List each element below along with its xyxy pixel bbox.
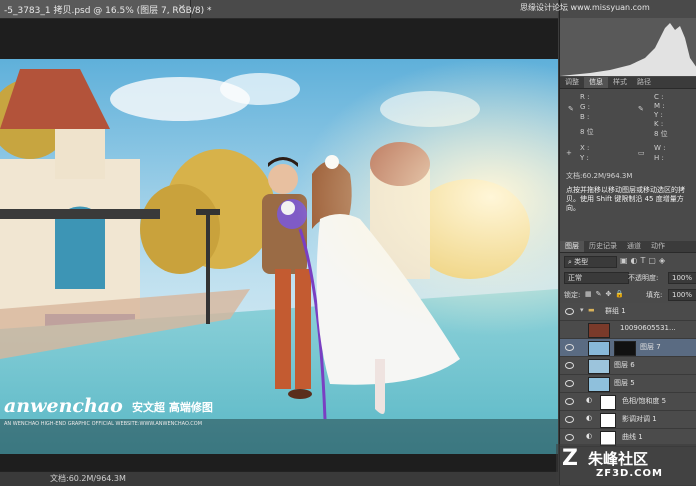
eye-icon[interactable]	[565, 308, 574, 315]
opacity-label: 不透明度:	[628, 274, 659, 282]
tab-channels[interactable]: 通道	[622, 241, 646, 252]
fill-label: 填充:	[646, 291, 663, 299]
info-label-h: H :	[654, 154, 664, 162]
group-name: 群组 1	[605, 307, 626, 315]
info-label-w: W :	[654, 144, 666, 152]
adjustment-icon: ◐	[586, 396, 593, 404]
watermark-brand: anwenchao	[4, 395, 123, 417]
layer-filter-select[interactable]: ⌕ 类型	[564, 256, 617, 268]
selection-size-icon: ▭	[638, 149, 645, 157]
opacity-input[interactable]: 100%	[668, 272, 696, 284]
close-icon[interactable]: ×	[178, 3, 186, 13]
watermark-brand-cn: 安文超 高端修图	[132, 401, 213, 414]
tab-adjust[interactable]: 调整	[560, 77, 584, 88]
tab-layers[interactable]: 图层	[560, 241, 584, 252]
blend-mode-select[interactable]: 正常	[564, 272, 629, 284]
right-panel: 思缘设计论坛 www.missyuan.com 调整 信息 样式 路径 ✎ R : G…	[520, 0, 696, 485]
eye-icon[interactable]	[565, 434, 574, 441]
tab-history[interactable]: 历史记录	[584, 241, 622, 252]
tab-paths[interactable]: 路径	[632, 77, 656, 88]
info-label-m: M :	[654, 102, 665, 110]
watermark-tagline: AN WENCHAO HIGH-END GRAPHIC OFFICIAL WEB…	[4, 421, 203, 427]
eye-icon[interactable]	[565, 344, 574, 351]
tab-styles[interactable]: 样式	[608, 77, 632, 88]
eye-icon[interactable]	[565, 416, 574, 423]
layer-name: 影调对调 1	[622, 415, 657, 423]
chevron-down-icon[interactable]: ▾	[580, 306, 584, 314]
layer-mask-thumbnail	[600, 395, 616, 410]
eye-icon[interactable]	[565, 362, 574, 369]
info-label-y: Y :	[654, 111, 663, 119]
filter-icons[interactable]: ▣◐T▢◈	[620, 256, 668, 265]
info-bit-right: 8 位	[654, 130, 668, 138]
eyedropper-icon-2: ✎	[638, 105, 644, 113]
status-bar: 文档:60.2M/964.3M	[0, 471, 558, 486]
layer-row[interactable]: ◐ 色相/饱和度 5	[560, 393, 696, 411]
canvas-area[interactable]: anwenchao 安文超 高端修图 AN WENCHAO HIGH-END G…	[0, 19, 558, 471]
layer-thumbnail	[588, 323, 610, 338]
site-watermark-bottom: Z 朱峰社区 ZF3D.COM	[556, 444, 696, 485]
layer-filter-label: 类型	[574, 258, 589, 266]
zf-logo-icon: Z	[562, 446, 578, 471]
fill-input[interactable]: 100%	[668, 289, 696, 301]
layers-tabs: 图层 历史记录 通道 动作	[560, 241, 696, 253]
info-doc-size: 文档:60.2M/964.3M	[566, 172, 633, 180]
layer-name: 图层 5	[614, 379, 635, 387]
layer-thumbnail	[588, 377, 610, 392]
info-bit-left: 8 位	[580, 128, 594, 136]
layer-name: 色相/饱和度 5	[622, 397, 667, 405]
document-tab[interactable]: -5_3783_1 拷贝.psd @ 16.5% (图层 7, RGB/8) *…	[0, 0, 211, 18]
layer-name: 10090605531...	[620, 324, 676, 332]
layer-row[interactable]: 图层 7	[560, 339, 696, 357]
site-watermark-top: 思缘设计论坛 www.missyuan.com	[520, 3, 650, 12]
info-hint: 点按并拖移以移动图层或移动选区的拷贝。使用 Shift 键限制沿 45 度增量方…	[566, 186, 685, 212]
info-label-r: R :	[580, 93, 590, 101]
document-tab-bar: -5_3783_1 拷贝.psd @ 16.5% (图层 7, RGB/8) *…	[0, 0, 558, 19]
layer-row[interactable]: 图层 5	[560, 375, 696, 393]
info-label-g: G :	[580, 103, 591, 111]
eye-icon[interactable]	[565, 380, 574, 387]
info-label-b: B :	[580, 113, 590, 121]
tab-actions[interactable]: 动作	[646, 241, 670, 252]
adjustment-icon: ◐	[586, 414, 593, 422]
lock-icons[interactable]: ▦✎✥🔒	[585, 290, 628, 302]
site-mark-url: ZF3D.COM	[596, 468, 663, 479]
info-label-x: X :	[580, 144, 590, 152]
histogram-panel	[560, 18, 696, 76]
histogram-chart	[560, 23, 696, 76]
layer-mask-thumbnail	[614, 341, 636, 356]
wedding-photo: anwenchao 安文超 高端修图 AN WENCHAO HIGH-END G…	[0, 59, 558, 454]
lock-label: 锁定:	[564, 291, 581, 299]
folder-icon: ▬	[588, 306, 595, 314]
info-label-y-coord: Y :	[580, 154, 589, 162]
layer-thumbnail	[588, 359, 610, 374]
info-label-c: C :	[654, 93, 664, 101]
eyedropper-icon: ✎	[568, 105, 574, 113]
tab-info[interactable]: 信息	[584, 77, 608, 88]
layer-name: 图层 7	[640, 343, 661, 351]
status-doc-size: 文档:60.2M/964.3M	[50, 474, 126, 483]
layer-row[interactable]: ◐ 影调对调 1	[560, 411, 696, 429]
info-tabs: 调整 信息 样式 路径	[560, 77, 696, 89]
site-mark-name: 朱峰社区	[588, 450, 649, 468]
layer-name: 曲线 1	[622, 433, 643, 441]
info-label-k: K :	[654, 120, 664, 128]
layer-group-row[interactable]: ▾ ▬ 群组 1	[560, 303, 696, 321]
eye-icon[interactable]	[565, 398, 574, 405]
layer-row[interactable]: 10090605531...	[560, 321, 696, 339]
crosshair-icon: +	[566, 149, 572, 157]
layer-row[interactable]: 图层 6	[560, 357, 696, 375]
info-panel: ✎ R : G : B : 8 位 ✎ C : M : Y : K : 8 位 …	[560, 89, 696, 249]
layer-thumbnail	[588, 341, 610, 356]
layer-name: 图层 6	[614, 361, 635, 369]
layer-mask-thumbnail	[600, 413, 616, 428]
adjustment-icon: ◐	[586, 432, 593, 440]
